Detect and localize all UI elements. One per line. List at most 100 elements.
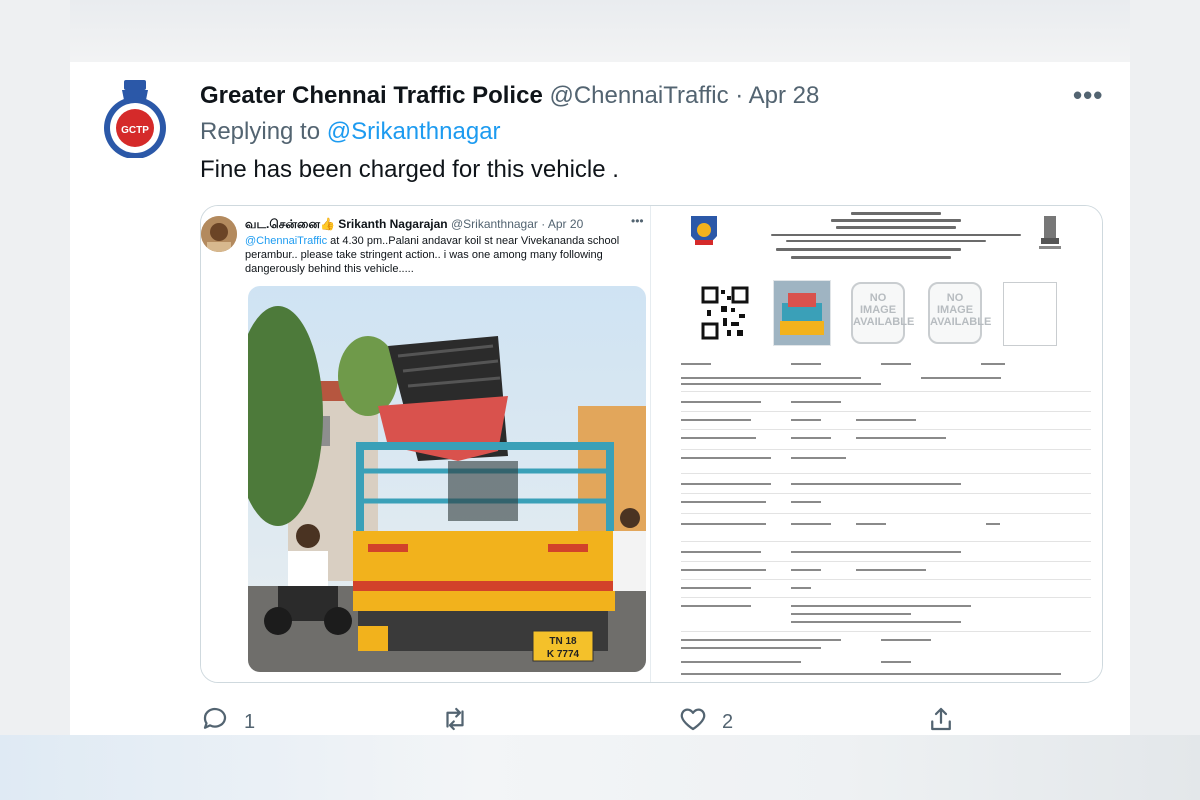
e-challan-document[interactable]: NO IMAGE AVAILABLE NO IMAGE AVAILABLE <box>651 206 1102 682</box>
page-background-bottom <box>0 735 1200 800</box>
quoted-tweet-screenshot[interactable]: வட.சென்னை👍 Srikanth Nagarajan @Srikanthn… <box>201 206 651 682</box>
table-divider <box>681 429 1091 430</box>
page-background-right <box>1130 0 1200 800</box>
table-cell <box>791 551 961 553</box>
retweet-button[interactable] <box>440 704 484 740</box>
table-cell <box>791 569 821 571</box>
table-cell <box>791 419 821 421</box>
reply-count: 1 <box>244 710 256 733</box>
table-divider <box>681 513 1091 514</box>
table-cell <box>681 673 1061 675</box>
tweet-header: Greater Chennai Traffic Police @ChennaiT… <box>200 82 819 110</box>
table-cell <box>791 437 831 439</box>
quoted-mention: @ChennaiTraffic <box>245 235 328 247</box>
table-divider <box>681 631 1091 632</box>
table-cell <box>681 587 751 589</box>
police-logo-icon <box>687 212 721 252</box>
table-divider <box>681 473 1091 474</box>
gctp-logo-text: GCTP <box>121 125 149 136</box>
table-cell <box>791 501 821 503</box>
empty-image-box <box>1003 282 1057 346</box>
replying-to-mention[interactable]: @Srikanthnagar <box>327 118 501 145</box>
table-divider <box>681 541 1091 542</box>
quoted-author-name: வட.சென்னை👍 Srikanth Nagarajan <box>245 217 448 231</box>
replying-to-label: Replying to <box>200 118 321 145</box>
table-divider <box>681 411 1091 412</box>
more-options-icon[interactable]: ••• <box>1073 80 1103 111</box>
quoted-author-avatar <box>201 216 237 252</box>
state-emblem-icon <box>1037 212 1063 252</box>
table-cell <box>856 523 886 525</box>
challan-header-line <box>776 248 961 251</box>
table-cell <box>791 523 831 525</box>
quoted-more-icon: ••• <box>631 214 644 228</box>
retweet-icon <box>440 704 470 740</box>
page-background-left <box>0 0 70 800</box>
challan-header-line <box>771 234 1021 236</box>
tweet-media[interactable]: வட.சென்னை👍 Srikanth Nagarajan @Srikanthn… <box>200 205 1103 683</box>
table-cell <box>681 523 766 525</box>
tweet-date[interactable]: Apr 28 <box>749 82 820 109</box>
reply-icon <box>200 704 230 740</box>
table-cell <box>986 523 1000 525</box>
author-handle[interactable]: @ChennaiTraffic <box>549 82 728 109</box>
table-cell <box>681 437 756 439</box>
reply-button[interactable]: 1 <box>200 704 255 740</box>
truck-photo: TN 18 K 7774 <box>248 286 646 672</box>
table-cell <box>681 383 881 385</box>
table-cell <box>681 419 751 421</box>
table-cell <box>791 457 846 459</box>
challan-header-line <box>851 212 941 215</box>
quoted-tweet-text: @ChennaiTraffic at 4.30 pm..Palani andav… <box>245 234 625 276</box>
share-icon <box>926 704 956 740</box>
vehicle-thumbnail-photo <box>773 280 831 346</box>
table-cell <box>881 639 931 641</box>
table-cell <box>791 363 821 365</box>
table-cell <box>681 401 761 403</box>
author-name[interactable]: Greater Chennai Traffic Police <box>200 82 543 109</box>
table-cell <box>791 613 911 615</box>
table-cell <box>681 377 861 379</box>
table-cell <box>791 605 971 607</box>
gctp-logo-avatar[interactable]: GCTP <box>100 78 170 159</box>
quoted-author-meta: @Srikanthnagar · Apr 20 <box>450 217 584 231</box>
table-cell <box>681 639 841 641</box>
table-cell <box>681 457 771 459</box>
table-cell <box>681 569 766 571</box>
table-divider <box>681 493 1091 494</box>
table-cell <box>791 621 961 623</box>
like-button[interactable]: 2 <box>678 704 733 740</box>
separator-dot: · <box>735 82 744 109</box>
table-cell <box>921 377 1001 379</box>
table-cell <box>681 551 761 553</box>
plate-line-1: TN 18 <box>549 636 577 647</box>
quoted-tweet-header: வட.சென்னை👍 Srikanth Nagarajan @Srikanthn… <box>245 217 583 233</box>
like-count: 2 <box>722 710 734 733</box>
table-divider <box>681 579 1091 580</box>
table-cell <box>791 401 841 403</box>
no-image-placeholder: NO IMAGE AVAILABLE <box>928 282 991 344</box>
table-cell <box>791 483 961 485</box>
table-cell <box>681 605 751 607</box>
challan-details-table <box>681 361 1091 679</box>
heart-icon <box>678 704 708 740</box>
replying-to-line: Replying to @Srikanthnagar <box>200 118 501 146</box>
table-cell <box>791 587 811 589</box>
table-cell <box>681 501 766 503</box>
table-cell <box>856 569 926 571</box>
table-cell <box>681 363 711 365</box>
share-button[interactable] <box>926 704 956 740</box>
table-cell <box>681 483 771 485</box>
tweet-card: GCTP Greater Chennai Traffic Police @Che… <box>70 62 1130 735</box>
table-cell <box>981 363 1005 365</box>
qr-code-icon <box>701 286 749 340</box>
challan-header-line <box>786 240 986 242</box>
plate-line-2: K 7774 <box>547 649 580 660</box>
table-cell <box>881 661 911 663</box>
tweet-action-bar: 1 2 <box>200 704 1000 740</box>
tweet-text: Fine has been charged for this vehicle . <box>200 156 619 183</box>
no-image-placeholder: NO IMAGE AVAILABLE <box>851 282 914 344</box>
table-divider <box>681 597 1091 598</box>
challan-header-line <box>836 226 956 229</box>
challan-header-line <box>791 256 951 259</box>
